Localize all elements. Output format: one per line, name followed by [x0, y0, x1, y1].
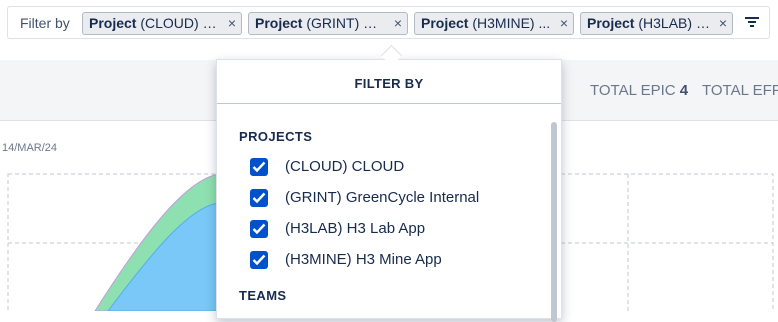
total-effort: TOTAL EFF: [702, 82, 778, 99]
chart-date-label: 14/MAR/24: [2, 142, 58, 154]
project-option-label: (H3MINE) H3 Mine App: [285, 251, 442, 268]
filter-chip-cloud[interactable]: Project (CLOUD) C... ×: [82, 12, 242, 35]
project-option-grint[interactable]: (GRINT) GreenCycle Internal: [250, 187, 530, 209]
chip-key: Project: [255, 15, 303, 31]
filter-chip-h3lab[interactable]: Project (H3LAB) H... ×: [580, 12, 733, 35]
filter-chip-grint[interactable]: Project (GRINT) Gr... ×: [248, 12, 408, 35]
chip-value: (H3LAB) H...: [638, 15, 711, 31]
remove-chip-icon[interactable]: ×: [394, 13, 402, 34]
filter-icon[interactable]: [745, 15, 759, 29]
projects-heading: PROJECTS: [239, 129, 313, 144]
remove-chip-icon[interactable]: ×: [719, 13, 727, 34]
chip-value: (CLOUD) C...: [140, 15, 219, 31]
checkbox-checked-icon[interactable]: [250, 251, 268, 269]
teams-heading: TEAMS: [239, 288, 287, 303]
popup-title: FILTER BY: [354, 76, 424, 91]
total-effort-label: TOTAL EFF: [702, 82, 778, 99]
project-option-label: (CLOUD) CLOUD: [285, 158, 405, 175]
project-option-label: (GRINT) GreenCycle Internal: [285, 189, 480, 206]
total-epic-label: TOTAL EPIC: [590, 82, 676, 99]
filter-by-label: Filter by: [20, 15, 70, 31]
checkbox-checked-icon[interactable]: [250, 158, 268, 176]
checkbox-checked-icon[interactable]: [250, 220, 268, 238]
filter-popup: FILTER BY PROJECTS (CLOUD) CLOUD (GRINT)…: [216, 59, 562, 322]
project-option-cloud[interactable]: (CLOUD) CLOUD: [250, 156, 530, 178]
popup-divider: [217, 103, 561, 104]
chip-value: (H3MINE) ...: [472, 15, 551, 31]
chip-key: Project: [587, 15, 635, 31]
remove-chip-icon[interactable]: ×: [560, 13, 568, 34]
popup-scrollbar[interactable]: [551, 122, 557, 322]
remove-chip-icon[interactable]: ×: [228, 13, 236, 34]
total-epic: TOTAL EPIC 4: [590, 82, 688, 99]
project-option-h3lab[interactable]: (H3LAB) H3 Lab App: [250, 218, 530, 240]
chip-value: (GRINT) Gr...: [306, 15, 385, 31]
project-option-label: (H3LAB) H3 Lab App: [285, 220, 426, 237]
chip-key: Project: [89, 15, 137, 31]
checkbox-checked-icon[interactable]: [250, 189, 268, 207]
filter-chip-h3mine[interactable]: Project (H3MINE) ... ×: [414, 12, 574, 35]
total-epic-value: 4: [679, 82, 689, 99]
chip-key: Project: [421, 15, 469, 31]
project-option-h3mine[interactable]: (H3MINE) H3 Mine App: [250, 249, 530, 271]
filter-bar: Filter by Project (CLOUD) C... × Project…: [7, 6, 770, 39]
